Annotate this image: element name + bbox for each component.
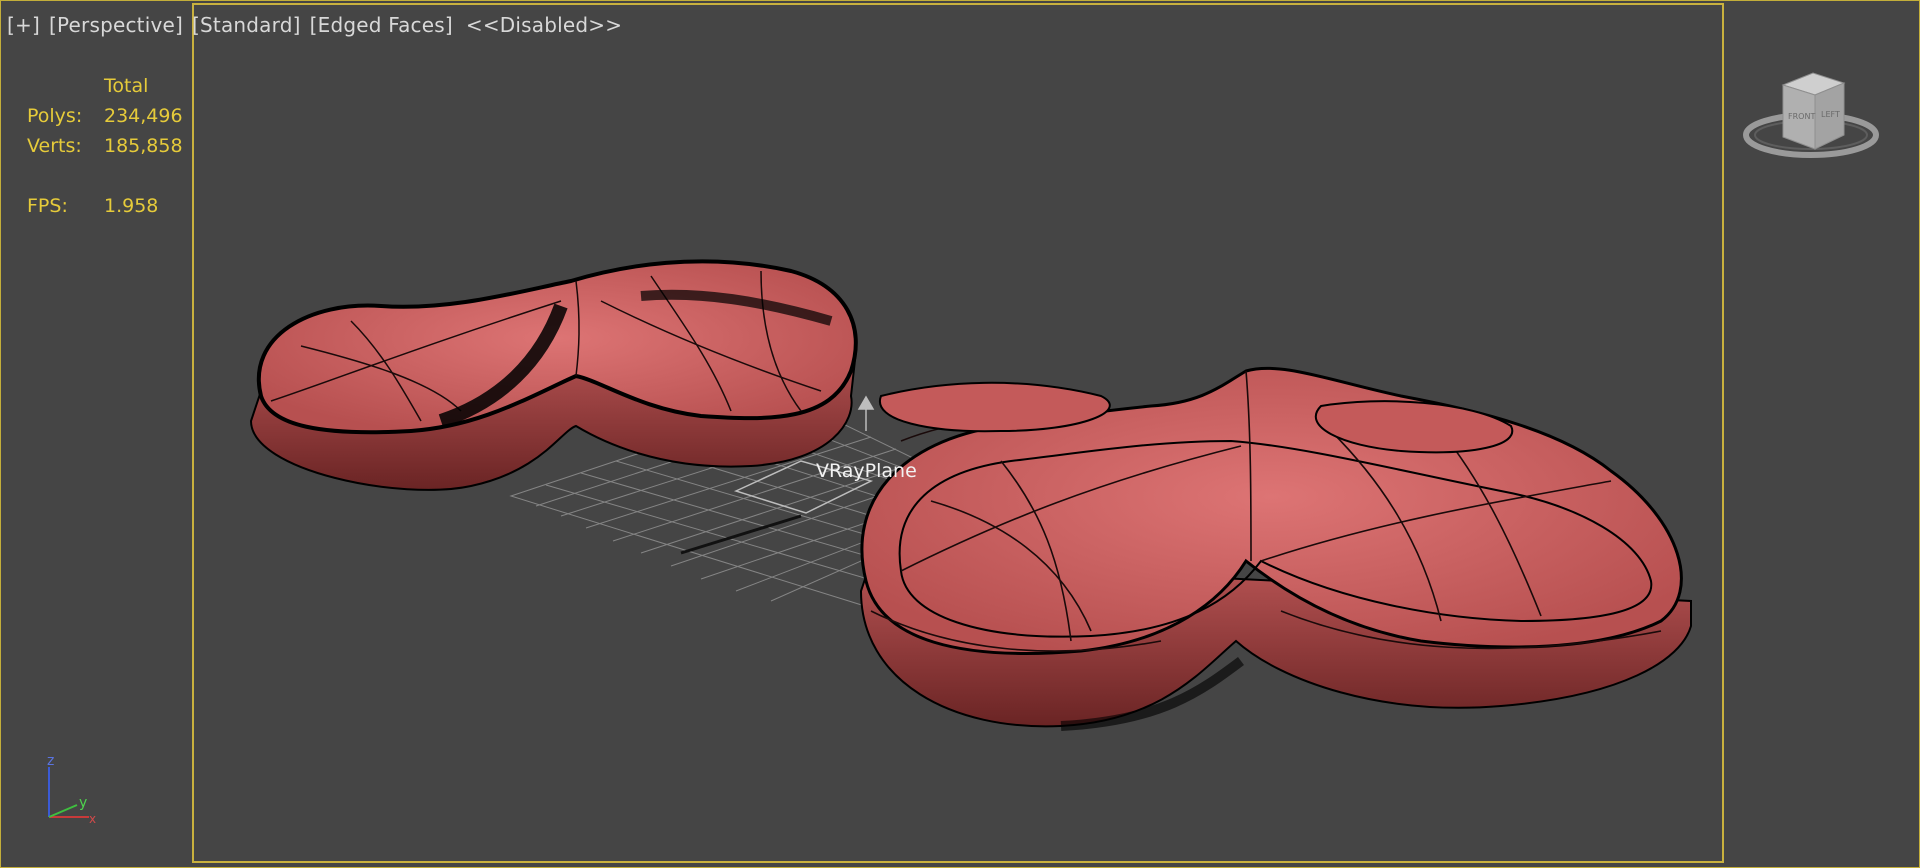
axis-x-label: x [89, 812, 96, 825]
viewport-disabled-label[interactable]: <<Disabled>> [466, 13, 622, 37]
viewcube-front-face: FRONT [1788, 112, 1815, 121]
stat-value: 1.958 [104, 195, 159, 217]
axis-tripod-icon: z y x [47, 755, 96, 825]
safe-frame [192, 3, 1724, 863]
viewcube-left-face: LEFT [1821, 110, 1840, 119]
axis-y-label: y [79, 795, 87, 811]
viewport-standard-label[interactable]: [Standard] [192, 13, 301, 37]
axis-z-label: z [47, 755, 54, 769]
stat-row-polys: Polys: 234,496 [27, 101, 183, 131]
viewport-plus-menu[interactable]: [+] [7, 13, 40, 37]
viewport-view-label[interactable]: [Perspective] [49, 13, 183, 37]
stat-value: 185,858 [104, 135, 183, 157]
stats-header: Total [104, 75, 149, 97]
statistics-panel: Total Polys: 234,496 Verts: 185,858 FPS:… [27, 71, 183, 221]
viewcube-icon[interactable]: FRONT LEFT [1741, 67, 1881, 167]
stat-key: Verts: [27, 135, 82, 157]
stat-row-fps: FPS: 1.958 [27, 191, 183, 221]
stat-value: 234,496 [104, 105, 183, 127]
stat-key: FPS: [27, 195, 68, 217]
stat-row-verts: Verts: 185,858 [27, 131, 183, 161]
object-name-label: VRayPlane [816, 460, 917, 482]
perspective-viewport[interactable]: [+] [Perspective] [Standard] [Edged Face… [0, 0, 1920, 868]
viewport-shading-label[interactable]: [Edged Faces] [310, 13, 453, 37]
viewport-label-menu: [+] [Perspective] [Standard] [Edged Face… [7, 13, 622, 37]
stat-key: Polys: [27, 105, 83, 127]
